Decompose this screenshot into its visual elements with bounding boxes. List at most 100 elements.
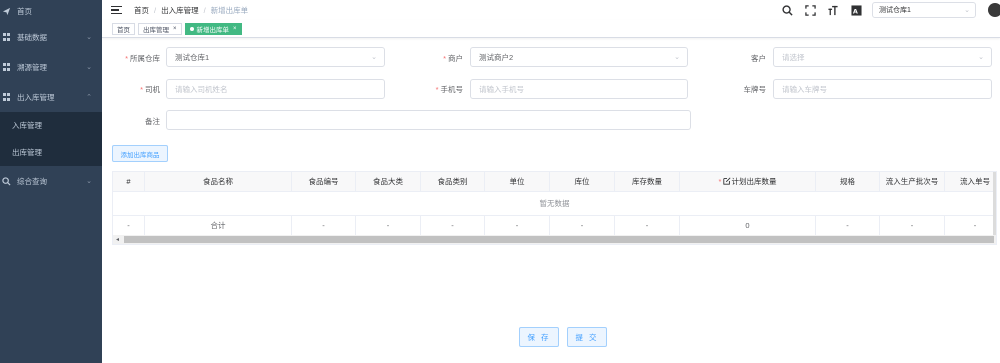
sidebar-item-label: 首页 [17, 6, 32, 16]
merchant-label: * 商户 [443, 54, 463, 63]
search-icon [2, 176, 11, 186]
chevron-down-icon: ⌄ [86, 178, 92, 185]
breadcrumb-item[interactable]: 首页 [134, 5, 149, 16]
sidebar-item-label: 出库管理 [12, 148, 42, 157]
column-header: 规格 [816, 172, 880, 191]
close-icon[interactable]: × [233, 26, 237, 32]
horizontal-scrollbar[interactable]: ◂ [113, 235, 996, 244]
customer-select-field[interactable]: 请选择 ⌄ [773, 47, 992, 67]
summary-cell: - [880, 216, 945, 235]
column-header: 单位 [485, 172, 550, 191]
navbar: 首页 / 出入库管理 / 新增出库单 A 测试仓库1 ⌄ [102, 0, 1000, 20]
scrollbar-thumb[interactable] [124, 236, 994, 243]
chevron-down-icon: ⌄ [964, 7, 970, 14]
summary-cell: - [816, 216, 880, 235]
plate-input[interactable]: 请输入车牌号 [773, 79, 992, 99]
warehouse-label: * 所属仓库 [125, 54, 160, 63]
summary-row: - 合计 - - - - - - 0 - - - [113, 216, 996, 236]
column-header: 食品编号 [292, 172, 356, 191]
sidebar-item-home[interactable]: 首页 [0, 0, 102, 22]
tag-outbound[interactable]: 出库管理 × [138, 22, 182, 35]
summary-cell: - [356, 216, 421, 235]
column-header-plan-qty: * 计划出库数量 [680, 172, 816, 191]
chevron-down-icon: ⌄ [674, 54, 680, 61]
chevron-down-icon: ⌄ [86, 64, 92, 71]
submit-button[interactable]: 提 交 [567, 327, 607, 347]
hamburger-icon[interactable] [111, 6, 122, 14]
sidebar-item-trace[interactable]: 溯源管理 ⌄ [0, 52, 102, 82]
warehouse-select-value: 测试仓库1 [879, 7, 911, 14]
warehouse-select[interactable]: 测试仓库1 ⌄ [872, 2, 976, 18]
tag-home[interactable]: 首页 [112, 22, 135, 35]
product-table: # 食品名称 食品编号 食品大类 食品类别 单位 库位 库存数量 * 计划出库数… [112, 171, 997, 245]
right-menu: A 测试仓库1 ⌄ [780, 0, 1000, 20]
sidebar: 首页 基础数据 ⌄ 溯源管理 ⌄ 出入库管理 ⌃ 入库管理 出库管理 综合查询 … [0, 0, 102, 363]
svg-text:A: A [852, 7, 857, 15]
font-size-icon[interactable] [826, 3, 840, 17]
active-dot-icon [189, 26, 194, 31]
close-icon[interactable]: × [173, 26, 177, 32]
sidebar-item-label: 基础数据 [17, 32, 47, 42]
sidebar-item-outbound[interactable]: 出库管理 [0, 139, 102, 166]
remark-label: 备注 [145, 117, 160, 126]
fullscreen-icon[interactable] [803, 3, 817, 17]
summary-cell: - [615, 216, 680, 235]
grid-icon [2, 33, 11, 42]
summary-cell: - [421, 216, 485, 235]
remark-input[interactable] [166, 110, 691, 130]
empty-placeholder: 暂无数据 [113, 192, 996, 216]
sidebar-item-label: 综合查询 [17, 176, 47, 186]
translate-icon[interactable]: A [849, 3, 863, 17]
column-header: 库存数量 [615, 172, 680, 191]
summary-cell: - [292, 216, 356, 235]
grid-icon [2, 93, 11, 102]
edit-icon [723, 176, 731, 187]
chevron-down-icon: ⌄ [978, 54, 984, 61]
breadcrumb-item[interactable]: 出入库管理 [161, 5, 199, 16]
sidebar-item-query[interactable]: 综合查询 ⌄ [0, 166, 102, 196]
summary-cell: - [973, 221, 977, 230]
sidebar-item-label: 溯源管理 [17, 62, 47, 72]
tag-new-outbound[interactable]: 新增出库单 × [184, 22, 242, 35]
tags-view: 首页 出库管理 × 新增出库单 × [102, 20, 1000, 38]
customer-label: 客户 [751, 54, 766, 63]
sidebar-item-label: 入库管理 [12, 121, 42, 130]
chevron-up-icon: ⌃ [86, 94, 92, 101]
phone-label: * 手机号 [435, 85, 463, 94]
summary-cell: - [485, 216, 550, 235]
sidebar-item-basic-data[interactable]: 基础数据 ⌄ [0, 22, 102, 52]
sidebar-item-label: 出入库管理 [17, 92, 55, 102]
grid-icon [2, 63, 11, 72]
scroll-left-icon[interactable]: ◂ [113, 236, 122, 243]
breadcrumb-item: 新增出库单 [210, 5, 249, 15]
add-outbound-product-button[interactable]: 添加出库商品 [112, 145, 168, 162]
column-header: # [113, 172, 145, 191]
vertical-scrollbar[interactable] [993, 172, 996, 244]
column-header: 流入单号 [960, 177, 990, 186]
summary-cell: - [113, 216, 145, 235]
merchant-select-field[interactable]: 测试商户2 ⌄ [470, 47, 688, 67]
save-button[interactable]: 保 存 [519, 327, 559, 347]
sidebar-item-inout[interactable]: 出入库管理 ⌃ [0, 82, 102, 112]
driver-input[interactable]: 请输入司机姓名 [166, 79, 385, 99]
send-icon [2, 7, 11, 16]
search-icon[interactable] [780, 3, 794, 17]
table-header: # 食品名称 食品编号 食品大类 食品类别 单位 库位 库存数量 * 计划出库数… [113, 172, 996, 192]
column-header: 食品类别 [421, 172, 485, 191]
sidebar-item-inbound[interactable]: 入库管理 [0, 112, 102, 139]
chevron-down-icon: ⌄ [371, 54, 377, 61]
chevron-down-icon: ⌄ [86, 34, 92, 41]
column-header: 食品大类 [356, 172, 421, 191]
submenu-inout: 入库管理 出库管理 [0, 112, 102, 166]
column-header: 食品名称 [145, 172, 292, 191]
plate-label: 车牌号 [743, 85, 767, 94]
summary-cell: - [550, 216, 615, 235]
summary-cell: 合计 [145, 216, 292, 235]
column-header: 库位 [550, 172, 615, 191]
phone-input[interactable]: 请输入手机号 [470, 79, 688, 99]
driver-label: * 司机 [140, 85, 160, 94]
warehouse-select-field[interactable]: 测试仓库1 ⌄ [166, 47, 385, 67]
column-header: 流入生产批次号 [880, 172, 945, 191]
breadcrumb: 首页 / 出入库管理 / 新增出库单 [134, 5, 249, 16]
avatar[interactable] [988, 3, 1000, 17]
